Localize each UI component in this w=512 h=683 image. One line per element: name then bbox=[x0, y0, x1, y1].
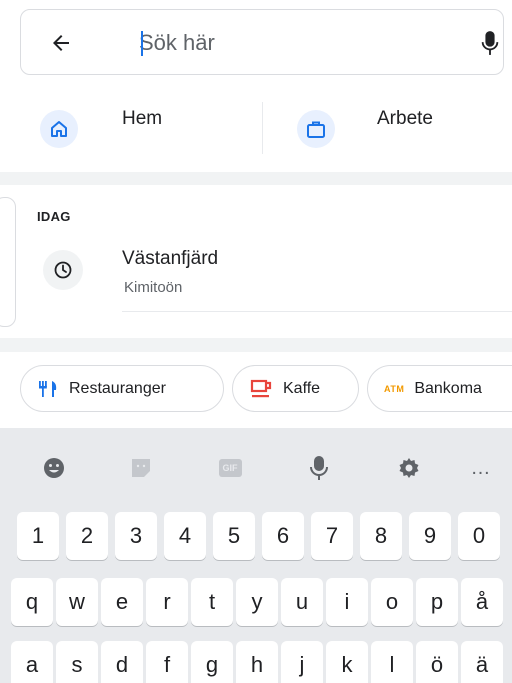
key[interactable]: i bbox=[326, 578, 368, 626]
briefcase-icon bbox=[297, 110, 335, 148]
key[interactable]: 2 bbox=[66, 512, 108, 560]
key[interactable]: å bbox=[461, 578, 503, 626]
key[interactable]: p bbox=[416, 578, 458, 626]
key[interactable]: 6 bbox=[262, 512, 304, 560]
sticker-icon[interactable] bbox=[125, 454, 157, 482]
chip-label: Restauranger bbox=[69, 379, 166, 397]
key[interactable]: t bbox=[191, 578, 233, 626]
gif-label: GIF bbox=[218, 459, 242, 477]
chip-restaurants[interactable]: Restauranger bbox=[20, 365, 224, 412]
key[interactable]: r bbox=[146, 578, 188, 626]
shortcut-work[interactable]: Arbete bbox=[297, 100, 497, 160]
key[interactable]: 5 bbox=[213, 512, 255, 560]
history-icon bbox=[43, 250, 83, 290]
gif-icon[interactable]: GIF bbox=[214, 454, 246, 482]
home-icon bbox=[40, 110, 78, 148]
more-label: … bbox=[470, 456, 492, 479]
key[interactable]: d bbox=[101, 641, 143, 683]
search-input[interactable] bbox=[139, 27, 459, 59]
shortcut-home[interactable]: Hem bbox=[40, 100, 250, 160]
shortcut-home-label: Hem bbox=[122, 108, 163, 129]
key[interactable]: 0 bbox=[458, 512, 500, 560]
key[interactable]: k bbox=[326, 641, 368, 683]
key[interactable]: 8 bbox=[360, 512, 402, 560]
key[interactable]: w bbox=[56, 578, 98, 626]
section-separator bbox=[0, 172, 512, 185]
emoji-icon[interactable] bbox=[38, 454, 70, 482]
divider bbox=[122, 311, 512, 312]
shortcut-work-label: Arbete bbox=[377, 108, 433, 129]
chip-label: Kaffe bbox=[283, 379, 321, 397]
key[interactable]: y bbox=[236, 578, 278, 626]
key[interactable]: q bbox=[11, 578, 53, 626]
shortcut-divider bbox=[262, 102, 263, 154]
more-icon[interactable]: … bbox=[465, 454, 497, 482]
key[interactable]: 4 bbox=[164, 512, 206, 560]
restaurant-icon bbox=[39, 380, 57, 397]
key[interactable]: s bbox=[56, 641, 98, 683]
atm-icon: ATM bbox=[384, 383, 405, 394]
key[interactable]: 7 bbox=[311, 512, 353, 560]
search-bar[interactable] bbox=[20, 9, 504, 75]
recent-item-subtitle: Kimitoön bbox=[124, 279, 183, 296]
key[interactable]: e bbox=[101, 578, 143, 626]
coffee-icon bbox=[250, 379, 272, 397]
key[interactable]: u bbox=[281, 578, 323, 626]
key[interactable]: 1 bbox=[17, 512, 59, 560]
keyboard-microphone-icon[interactable] bbox=[303, 454, 335, 482]
key[interactable]: g bbox=[191, 641, 233, 683]
key[interactable]: o bbox=[371, 578, 413, 626]
key[interactable]: j bbox=[281, 641, 323, 683]
text-cursor bbox=[141, 31, 143, 56]
key[interactable]: ö bbox=[416, 641, 458, 683]
recent-item-title: Västanfjärd bbox=[122, 248, 219, 269]
chip-label: Bankoma bbox=[414, 379, 482, 397]
back-arrow-icon[interactable] bbox=[49, 31, 73, 55]
chip-coffee[interactable]: Kaffe bbox=[232, 365, 359, 412]
key[interactable]: 9 bbox=[409, 512, 451, 560]
key[interactable]: h bbox=[236, 641, 278, 683]
key[interactable]: f bbox=[146, 641, 188, 683]
recent-card-edge bbox=[0, 197, 16, 327]
key[interactable]: l bbox=[371, 641, 413, 683]
key[interactable]: a bbox=[11, 641, 53, 683]
key[interactable]: ä bbox=[461, 641, 503, 683]
settings-icon[interactable] bbox=[393, 454, 425, 482]
section-separator bbox=[0, 338, 512, 352]
section-label: IDAG bbox=[37, 209, 71, 224]
microphone-icon[interactable] bbox=[479, 28, 501, 58]
chip-atm[interactable]: ATM Bankoma bbox=[367, 365, 512, 412]
key[interactable]: 3 bbox=[115, 512, 157, 560]
